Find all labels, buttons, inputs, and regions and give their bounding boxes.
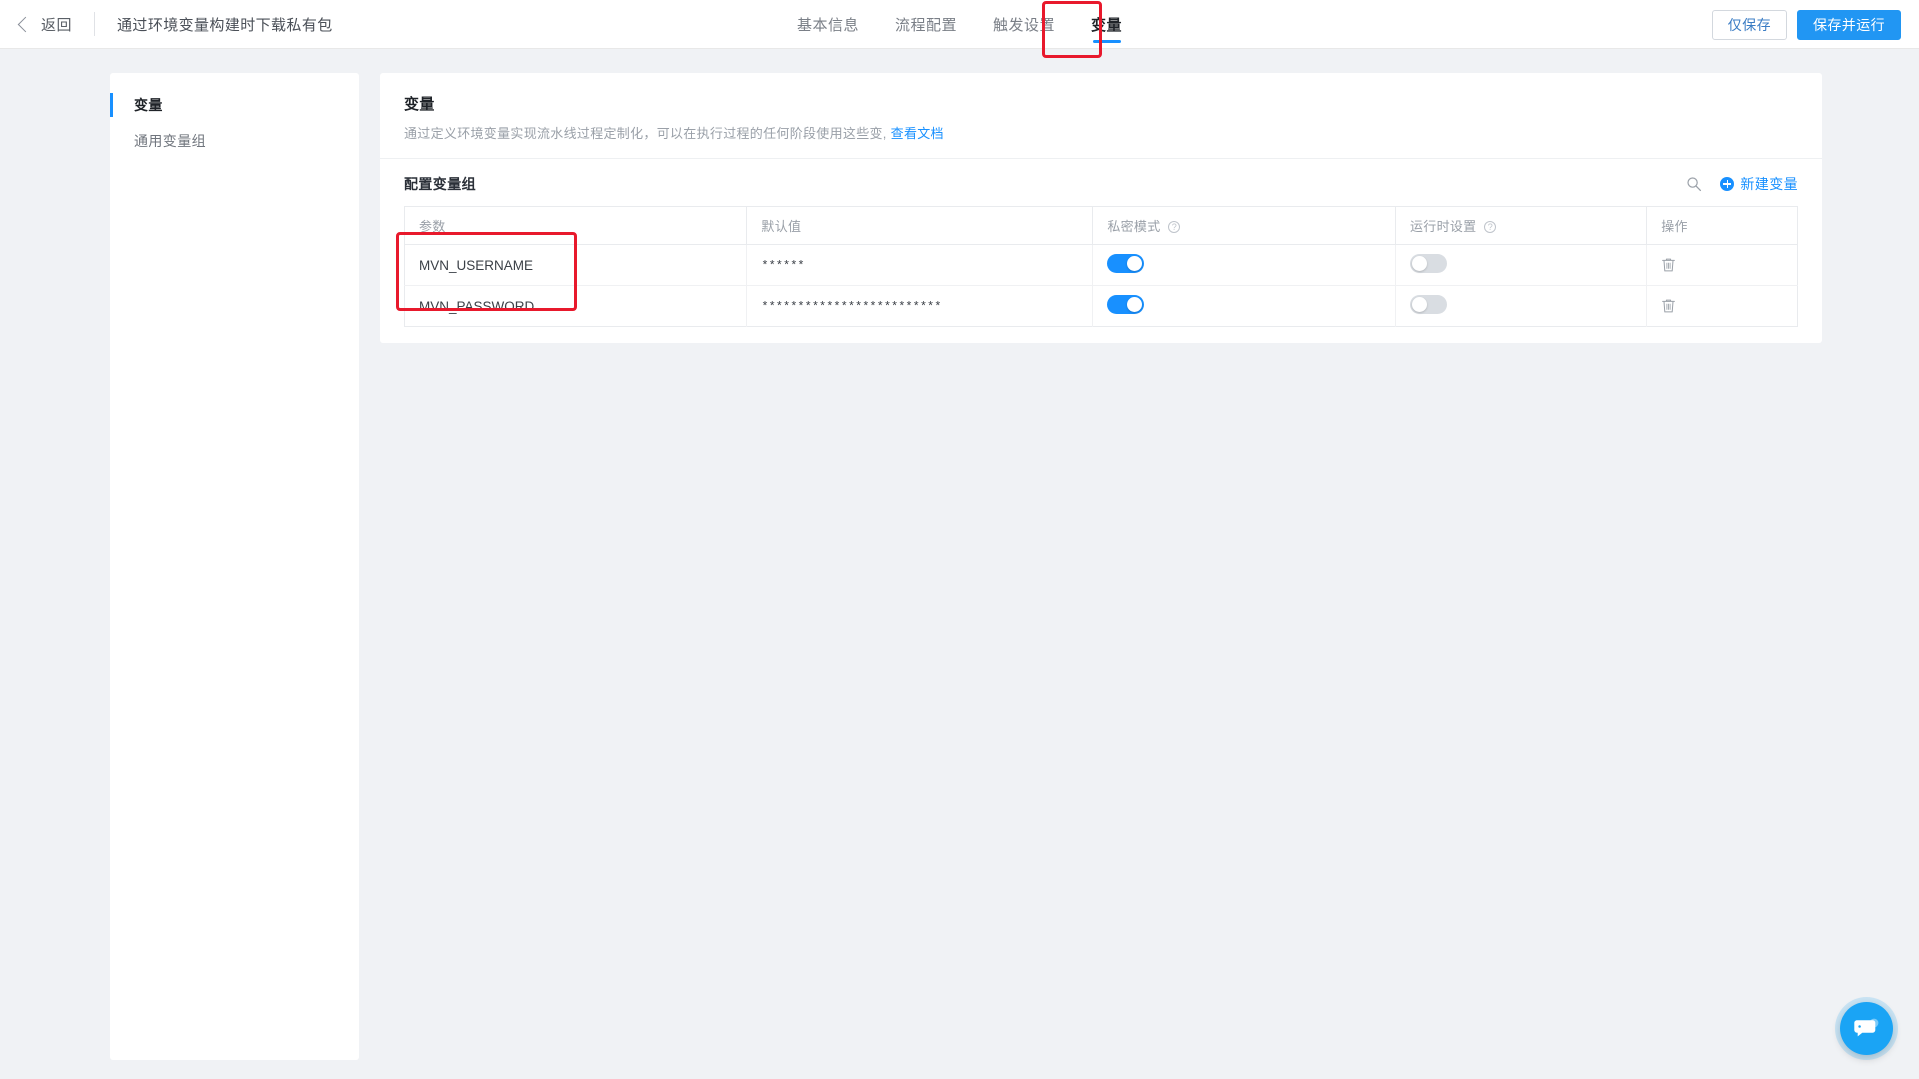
section-title: 配置变量组 xyxy=(404,176,476,192)
runtime-setting-toggle[interactable] xyxy=(1409,295,1447,314)
view-docs-link[interactable]: 查看文档 xyxy=(891,126,944,141)
column-header-runtime-setting: 运行时设置 ? xyxy=(1395,206,1648,245)
sidebar-item-variables[interactable]: 变量 xyxy=(110,87,359,123)
variable-group-section-header: 配置变量组 新建变量 xyxy=(380,159,1822,206)
page-title: 通过环境变量构建时下载私有包 xyxy=(117,16,333,34)
masked-value: ************************* xyxy=(761,300,942,314)
panel-description-text: 通过定义环境变量实现流水线过程定制化，可以在执行过程的任何阶段使用这些变, xyxy=(404,126,887,141)
tab-flow-config[interactable]: 流程配置 xyxy=(877,0,975,49)
column-header-action: 操作 xyxy=(1646,206,1798,245)
toggle-knob xyxy=(1411,297,1427,312)
chevron-left-icon xyxy=(17,16,34,32)
column-header-secret-mode: 私密模式 ? xyxy=(1092,206,1396,245)
column-header-label: 默认值 xyxy=(761,219,802,234)
table-row: MVN_USERNAME ****** xyxy=(404,244,1798,286)
search-icon[interactable] xyxy=(1686,176,1702,192)
table-row: MVN_PASSWORD ************************* xyxy=(404,285,1798,327)
main-panel: 变量 通过定义环境变量实现流水线过程定制化，可以在执行过程的任何阶段使用这些变,… xyxy=(380,73,1822,343)
add-variable-label: 新建变量 xyxy=(1740,176,1798,192)
cell-action xyxy=(1647,286,1798,327)
cell-runtime-setting xyxy=(1395,285,1648,327)
column-header-param: 参数 xyxy=(404,206,748,245)
add-variable-button[interactable]: 新建变量 xyxy=(1720,174,1798,194)
back-button[interactable]: 返回 xyxy=(0,0,72,48)
panel-description: 通过定义环境变量实现流水线过程定制化，可以在执行过程的任何阶段使用这些变, 查看… xyxy=(404,123,1798,142)
variables-table: 参数 默认值 私密模式 ? 运行时设置 ? 操作 MVN_USERNAME **… xyxy=(404,206,1798,327)
column-header-default-value: 默认值 xyxy=(746,206,1094,245)
cell-secret-mode xyxy=(1092,285,1396,327)
column-header-label: 参数 xyxy=(419,219,446,234)
header-divider xyxy=(94,12,96,36)
sidebar-active-marker xyxy=(110,93,113,117)
help-icon[interactable]: ? xyxy=(1168,221,1181,233)
chat-bubble-icon xyxy=(1854,1018,1879,1037)
save-and-run-button[interactable]: 保存并运行 xyxy=(1797,9,1901,40)
table-body: MVN_USERNAME ****** MVN_PASSWORD *******… xyxy=(404,244,1798,327)
secret-mode-toggle[interactable] xyxy=(1107,295,1145,314)
table-head: 参数 默认值 私密模式 ? 运行时设置 ? 操作 xyxy=(404,206,1798,245)
help-icon[interactable]: ? xyxy=(1484,221,1497,233)
toggle-knob xyxy=(1127,256,1143,271)
masked-value: ****** xyxy=(761,259,805,273)
runtime-setting-toggle[interactable] xyxy=(1409,254,1447,273)
cell-default-value[interactable]: ************************* xyxy=(746,285,1094,327)
secret-mode-toggle[interactable] xyxy=(1107,254,1145,273)
tab-label: 变量 xyxy=(1091,17,1123,34)
table-header-row: 参数 默认值 私密模式 ? 运行时设置 ? 操作 xyxy=(404,206,1798,245)
plus-circle-icon xyxy=(1720,177,1735,191)
tab-label: 流程配置 xyxy=(894,17,957,34)
column-header-label: 操作 xyxy=(1661,219,1688,234)
panel-header: 变量 通过定义环境变量实现流水线过程定制化，可以在执行过程的任何阶段使用这些变,… xyxy=(380,73,1822,159)
cell-param[interactable]: MVN_PASSWORD xyxy=(404,285,748,327)
tab-label: 触发设置 xyxy=(993,17,1056,34)
cell-secret-mode xyxy=(1092,244,1396,286)
toggle-knob xyxy=(1127,297,1143,312)
column-header-label: 运行时设置 xyxy=(1409,219,1477,234)
variables-table-wrapper: 参数 默认值 私密模式 ? 运行时设置 ? 操作 MVN_USERNAME **… xyxy=(380,206,1822,353)
cell-param[interactable]: MVN_USERNAME xyxy=(404,244,748,286)
sidebar-item-label: 通用变量组 xyxy=(134,133,206,149)
tab-list: 基本信息 流程配置 触发设置 变量 xyxy=(779,0,1140,49)
trash-icon[interactable] xyxy=(1661,257,1676,273)
toggle-knob xyxy=(1411,256,1427,271)
panel-title: 变量 xyxy=(404,96,435,113)
sidebar: 变量 通用变量组 xyxy=(110,73,359,1060)
column-header-label: 私密模式 xyxy=(1107,219,1161,234)
tab-label: 基本信息 xyxy=(796,17,859,34)
trash-icon[interactable] xyxy=(1661,298,1676,314)
tab-variables[interactable]: 变量 xyxy=(1073,0,1140,49)
save-only-button[interactable]: 仅保存 xyxy=(1711,9,1787,40)
cell-runtime-setting xyxy=(1395,244,1648,286)
cell-action xyxy=(1646,244,1798,286)
back-label: 返回 xyxy=(41,16,73,34)
tab-active-underline xyxy=(1092,40,1121,43)
topbar-actions: 仅保存 保存并运行 xyxy=(1711,0,1901,49)
sidebar-item-common-variable-group[interactable]: 通用变量组 xyxy=(110,123,359,159)
sidebar-item-label: 变量 xyxy=(134,97,163,113)
tab-basic-info[interactable]: 基本信息 xyxy=(779,0,877,49)
chat-support-button[interactable] xyxy=(1840,1002,1893,1055)
section-tools: 新建变量 xyxy=(1686,174,1798,194)
tab-trigger-settings[interactable]: 触发设置 xyxy=(975,0,1073,49)
cell-default-value[interactable]: ****** xyxy=(746,244,1094,286)
